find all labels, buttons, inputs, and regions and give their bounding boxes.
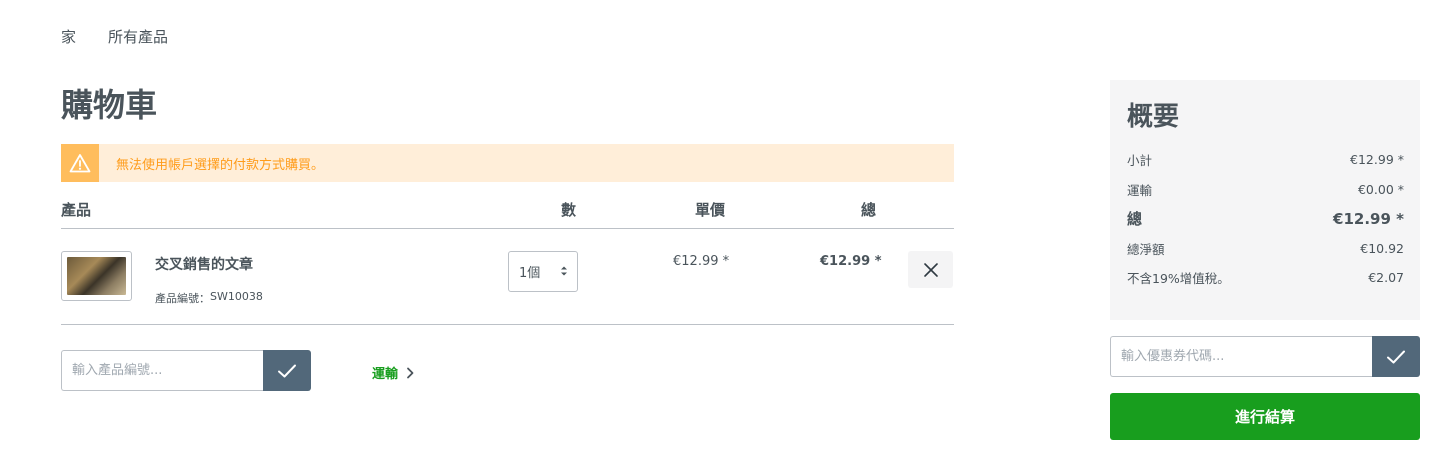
product-number-input[interactable]	[61, 350, 263, 391]
summary-row-subtotal: 小計 €12.99 *	[1127, 145, 1404, 175]
add-product-submit-button[interactable]	[263, 350, 311, 391]
product-number: 產品編號： SW10038	[155, 290, 263, 306]
breadcrumb-all-products[interactable]: 所有產品	[108, 26, 168, 47]
header-unit-price: 單價	[695, 201, 726, 219]
close-icon	[923, 262, 938, 277]
product-name[interactable]: 交叉銷售的文章	[155, 254, 253, 274]
summary-row-net-total: 總淨額 €10.92	[1127, 234, 1404, 264]
product-thumbnail[interactable]	[61, 251, 132, 301]
summary-value: €12.99 *	[1350, 152, 1404, 168]
breadcrumb: 家 所有產品	[61, 26, 168, 47]
quantity-select[interactable]: 1個	[508, 251, 578, 292]
checkout-button[interactable]: 進行結算	[1110, 393, 1420, 440]
shipping-link-label: 運輸	[372, 367, 399, 382]
shipping-link[interactable]: 運輸	[372, 363, 414, 382]
summary-value: €2.07	[1368, 270, 1404, 286]
product-number-value: SW10038	[210, 290, 263, 303]
voucher-submit-button[interactable]	[1372, 336, 1420, 377]
summary-value: €12.99 *	[1333, 209, 1404, 228]
warning-alert: 無法使用帳戶選擇的付款方式購買。	[61, 144, 954, 182]
header-quantity: 數	[561, 201, 577, 219]
cart-line-item: 交叉銷售的文章 產品編號： SW10038 1個 €12.99 * €12.99…	[61, 229, 954, 325]
summary-row-vat: 不含19%增值稅。 €2.07	[1127, 263, 1404, 293]
header-product: 產品	[61, 201, 92, 219]
page-title: 購物車	[61, 86, 158, 124]
add-product-form	[61, 350, 311, 391]
summary-label: 總淨額	[1127, 241, 1165, 257]
summary-label: 總	[1127, 210, 1143, 229]
line-total: €12.99 *	[820, 254, 882, 269]
unit-price: €12.99 *	[673, 254, 730, 269]
chevron-right-icon	[407, 367, 414, 378]
summary-label: 運輸	[1127, 182, 1153, 198]
header-total: 總	[861, 201, 877, 219]
summary-value: €10.92	[1360, 240, 1404, 256]
quantity-value: 1個	[519, 266, 541, 281]
breadcrumb-home[interactable]: 家	[61, 26, 76, 47]
alert-message: 無法使用帳戶選擇的付款方式購買。	[116, 157, 325, 173]
summary-label: 不含19%增值稅。	[1127, 271, 1230, 287]
product-image	[67, 257, 126, 295]
remove-item-button[interactable]	[908, 251, 953, 288]
select-caret-icon	[561, 266, 567, 276]
summary-row-total: 總 €12.99 *	[1127, 204, 1404, 234]
voucher-code-input[interactable]	[1110, 336, 1372, 377]
warning-icon	[61, 144, 99, 182]
voucher-form	[1110, 336, 1420, 377]
summary-title: 概要	[1127, 102, 1180, 132]
summary-label: 小計	[1127, 153, 1153, 169]
summary-row-shipping: 運輸 €0.00 *	[1127, 175, 1404, 205]
cart-table-header: 產品 數 單價 總	[61, 199, 954, 229]
summary-value: €0.00 *	[1357, 181, 1404, 197]
checkmark-icon	[1387, 350, 1405, 363]
order-summary: 概要 小計 €12.99 * 運輸 €0.00 * 總 €12.99 * 總淨額…	[1110, 80, 1420, 320]
checkmark-icon	[278, 364, 296, 377]
product-number-label: 產品編號：	[155, 292, 210, 305]
